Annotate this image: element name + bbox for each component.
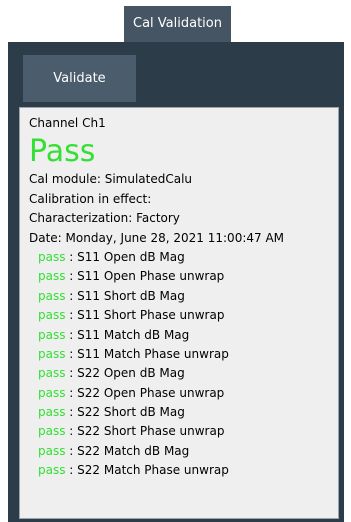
- check-separator: :: [65, 288, 78, 303]
- check-separator: :: [65, 424, 78, 439]
- check-status: pass: [38, 424, 66, 439]
- check-status: pass: [38, 385, 66, 400]
- check-status: pass: [38, 269, 66, 284]
- check-name: S11 Match Phase unwrap: [77, 346, 229, 361]
- check-row: pass : S11 Short dB Mag: [29, 287, 338, 306]
- check-separator: :: [65, 346, 78, 361]
- check-status: pass: [38, 327, 66, 342]
- check-separator: :: [65, 443, 78, 458]
- check-status: pass: [38, 463, 66, 478]
- check-name: S11 Short Phase unwrap: [77, 308, 225, 323]
- check-name: S22 Short dB Mag: [77, 405, 185, 420]
- check-separator: :: [65, 405, 78, 420]
- check-row: pass : S22 Open Phase unwrap: [29, 384, 338, 403]
- check-row: pass : S22 Short dB Mag: [29, 403, 338, 422]
- check-status: pass: [38, 308, 66, 323]
- check-separator: :: [65, 385, 78, 400]
- check-row: pass : S22 Open dB Mag: [29, 364, 338, 383]
- check-separator: :: [65, 366, 78, 381]
- check-name: S22 Open Phase unwrap: [77, 385, 225, 400]
- check-row: pass : S22 Short Phase unwrap: [29, 422, 338, 441]
- results-text-area[interactable]: Channel Ch1 Pass Cal module: SimulatedCa…: [19, 107, 339, 519]
- check-separator: :: [65, 249, 78, 264]
- check-name: S11 Open dB Mag: [77, 249, 185, 264]
- check-name: S11 Open Phase unwrap: [77, 269, 225, 284]
- check-row: pass : S11 Open Phase unwrap: [29, 267, 338, 286]
- overall-result: Pass: [29, 134, 96, 170]
- check-status: pass: [38, 405, 66, 420]
- check-name: S11 Short dB Mag: [77, 288, 185, 303]
- check-name: S22 Match dB Mag: [77, 443, 190, 458]
- characterization-line: Characterization: Factory: [29, 211, 180, 226]
- date-line: Date: Monday, June 28, 2021 11:00:47 AM: [29, 230, 285, 245]
- check-separator: :: [65, 463, 78, 478]
- check-name: S22 Short Phase unwrap: [77, 424, 225, 439]
- check-status: pass: [38, 443, 66, 458]
- check-name: S11 Match dB Mag: [77, 327, 190, 342]
- check-row: pass : S11 Match dB Mag: [29, 326, 338, 345]
- check-separator: :: [65, 327, 78, 342]
- check-status: pass: [38, 249, 66, 264]
- cal-module-line: Cal module: SimulatedCalu: [29, 172, 193, 187]
- check-row: pass : S11 Open dB Mag: [29, 248, 338, 267]
- check-separator: :: [65, 269, 78, 284]
- check-row: pass : S11 Short Phase unwrap: [29, 306, 338, 325]
- check-status: pass: [38, 346, 66, 361]
- check-row: pass : S22 Match Phase unwrap: [29, 461, 338, 480]
- check-separator: :: [65, 308, 78, 323]
- validate-button[interactable]: Validate: [23, 55, 136, 102]
- cal-validation-panel: Validate Channel Ch1 Pass Cal module: Si…: [8, 42, 344, 522]
- check-status: pass: [38, 288, 66, 303]
- check-row: pass : S22 Match dB Mag: [29, 442, 338, 461]
- check-status: pass: [38, 366, 66, 381]
- channel-label: Channel Ch1: [29, 116, 106, 130]
- calibration-line: Calibration in effect:: [29, 191, 152, 206]
- check-row: pass : S11 Match Phase unwrap: [29, 345, 338, 364]
- check-name: S22 Open dB Mag: [77, 366, 185, 381]
- tab-cal-validation[interactable]: Cal Validation: [124, 6, 231, 42]
- check-list: pass : S11 Open dB Mag pass : S11 Open Ph…: [29, 248, 338, 481]
- check-name: S22 Match Phase unwrap: [77, 463, 229, 478]
